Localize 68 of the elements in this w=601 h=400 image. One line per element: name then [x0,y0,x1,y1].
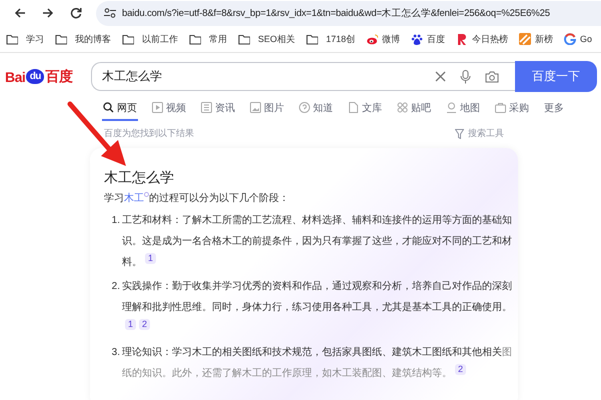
search-tab[interactable]: 图片 [249,96,285,121]
search-icon [103,102,114,113]
search-tab[interactable]: 网页 [102,96,138,121]
back-icon[interactable] [14,7,26,19]
camera-icon[interactable] [485,70,499,82]
folder-icon [6,33,18,45]
bookmark[interactable]: 学习 [6,32,44,46]
g-logo-icon [564,33,576,45]
bookmark[interactable]: 1718创 [306,32,356,46]
list-item-text: 工艺和材料：了解木工所需的工艺流程、材料选择、辅料和连接件的运用等方面的基础知识。这是成为一名合格木工的前提条件，因为只有掌握了这些，才能应对不同的工艺和材料。 $^{1}$ [122,214,512,270]
bookmark[interactable]: 微博 [366,32,400,46]
microphone-icon[interactable] [460,70,471,84]
weibo-icon [366,33,378,45]
clear-icon[interactable] [435,71,446,82]
bookmark[interactable]: 百度 [411,32,446,46]
result-count-text: 百度为您找到以下结果 [104,127,194,140]
link-marker-icon [144,192,149,197]
citation-badge[interactable]: 1 [145,252,156,264]
list-number: 3. [110,346,120,360]
stripes-logo-icon [519,33,532,45]
search-button[interactable]: 百度一下 [515,61,597,92]
folder-icon [122,33,134,45]
circles-icon [397,102,408,113]
search-tab[interactable]: 贴吧 [396,96,432,121]
folder-icon [306,33,318,45]
question-icon [299,102,310,113]
url-text: baidu.com/s?ie=utf-8&f=8&rsv_bp=1&rsv_idx=1&tn=baidu&wd=木工怎么学&fenlei=256&oq=%25E6%25 [122,6,550,20]
search-tab[interactable]: 资讯 [200,96,236,121]
bookmark[interactable]: SEO相关 [238,32,296,46]
baidu-logo[interactable]: Bai du 百度 [5,68,85,86]
term-link[interactable]: 木工 [124,193,144,204]
map-pin-icon [446,102,457,113]
list-number: 2. [110,280,120,294]
bookmark[interactable]: 新榜 [519,32,554,46]
news-icon [201,102,212,113]
intro-text: 学习木工 的过程可以分为以下几个阶段： [104,190,290,206]
list-item-text: 理论知识：学习木工的相关图纸和技术规范，包括家具图纸、建筑木工图纸和其他相关图纸的知识。此外，还需了解木工的工作原理，如木工装配图、建筑结构等。 $^{2}$ [122,346,512,381]
r-logo-icon [456,33,468,45]
search-tab[interactable]: 视频 [151,96,187,121]
video-icon [152,102,163,113]
folder-icon [238,33,250,45]
image-icon [250,102,261,113]
bookmark[interactable]: 我的博客 [55,32,111,46]
paw-icon [411,33,424,45]
address-bar[interactable]: baidu.com/s?ie=utf-8&f=8&rsv_bp=1&rsv_idx=1&tn=baidu&wd=木工怎么学&fenlei=256&oq=%25E6%25 [96,0,601,26]
search-tab[interactable]: 采购 [494,96,530,121]
search-tab[interactable]: 文库 [347,96,383,121]
search-field[interactable]: 木工怎么学 [91,62,515,91]
bookmark[interactable]: 以前工作 [122,32,178,46]
document-icon [348,102,359,113]
citation-badge[interactable]: 2 [455,364,466,375]
site-settings-icon[interactable] [104,8,116,18]
filter-icon [455,128,464,138]
bookmark[interactable]: Go [564,33,592,45]
forward-icon[interactable] [42,7,54,19]
citation-badge[interactable]: 1 [125,318,136,330]
bag-icon [495,102,506,113]
folder-icon [189,33,201,45]
bookmark[interactable]: 今日热榜 [456,32,508,46]
answer-title: 木工怎么学 [104,168,175,186]
folder-icon [55,33,67,45]
search-tab[interactable]: 地图 [445,96,481,121]
list-number: 1. [110,214,120,228]
citation-badge[interactable]: 2 [139,318,150,330]
search-tab[interactable]: 知道 [298,96,334,121]
reload-icon[interactable] [70,7,82,19]
bookmark[interactable]: 常用 [189,32,227,46]
search-tab[interactable]: 更多 [543,96,565,121]
